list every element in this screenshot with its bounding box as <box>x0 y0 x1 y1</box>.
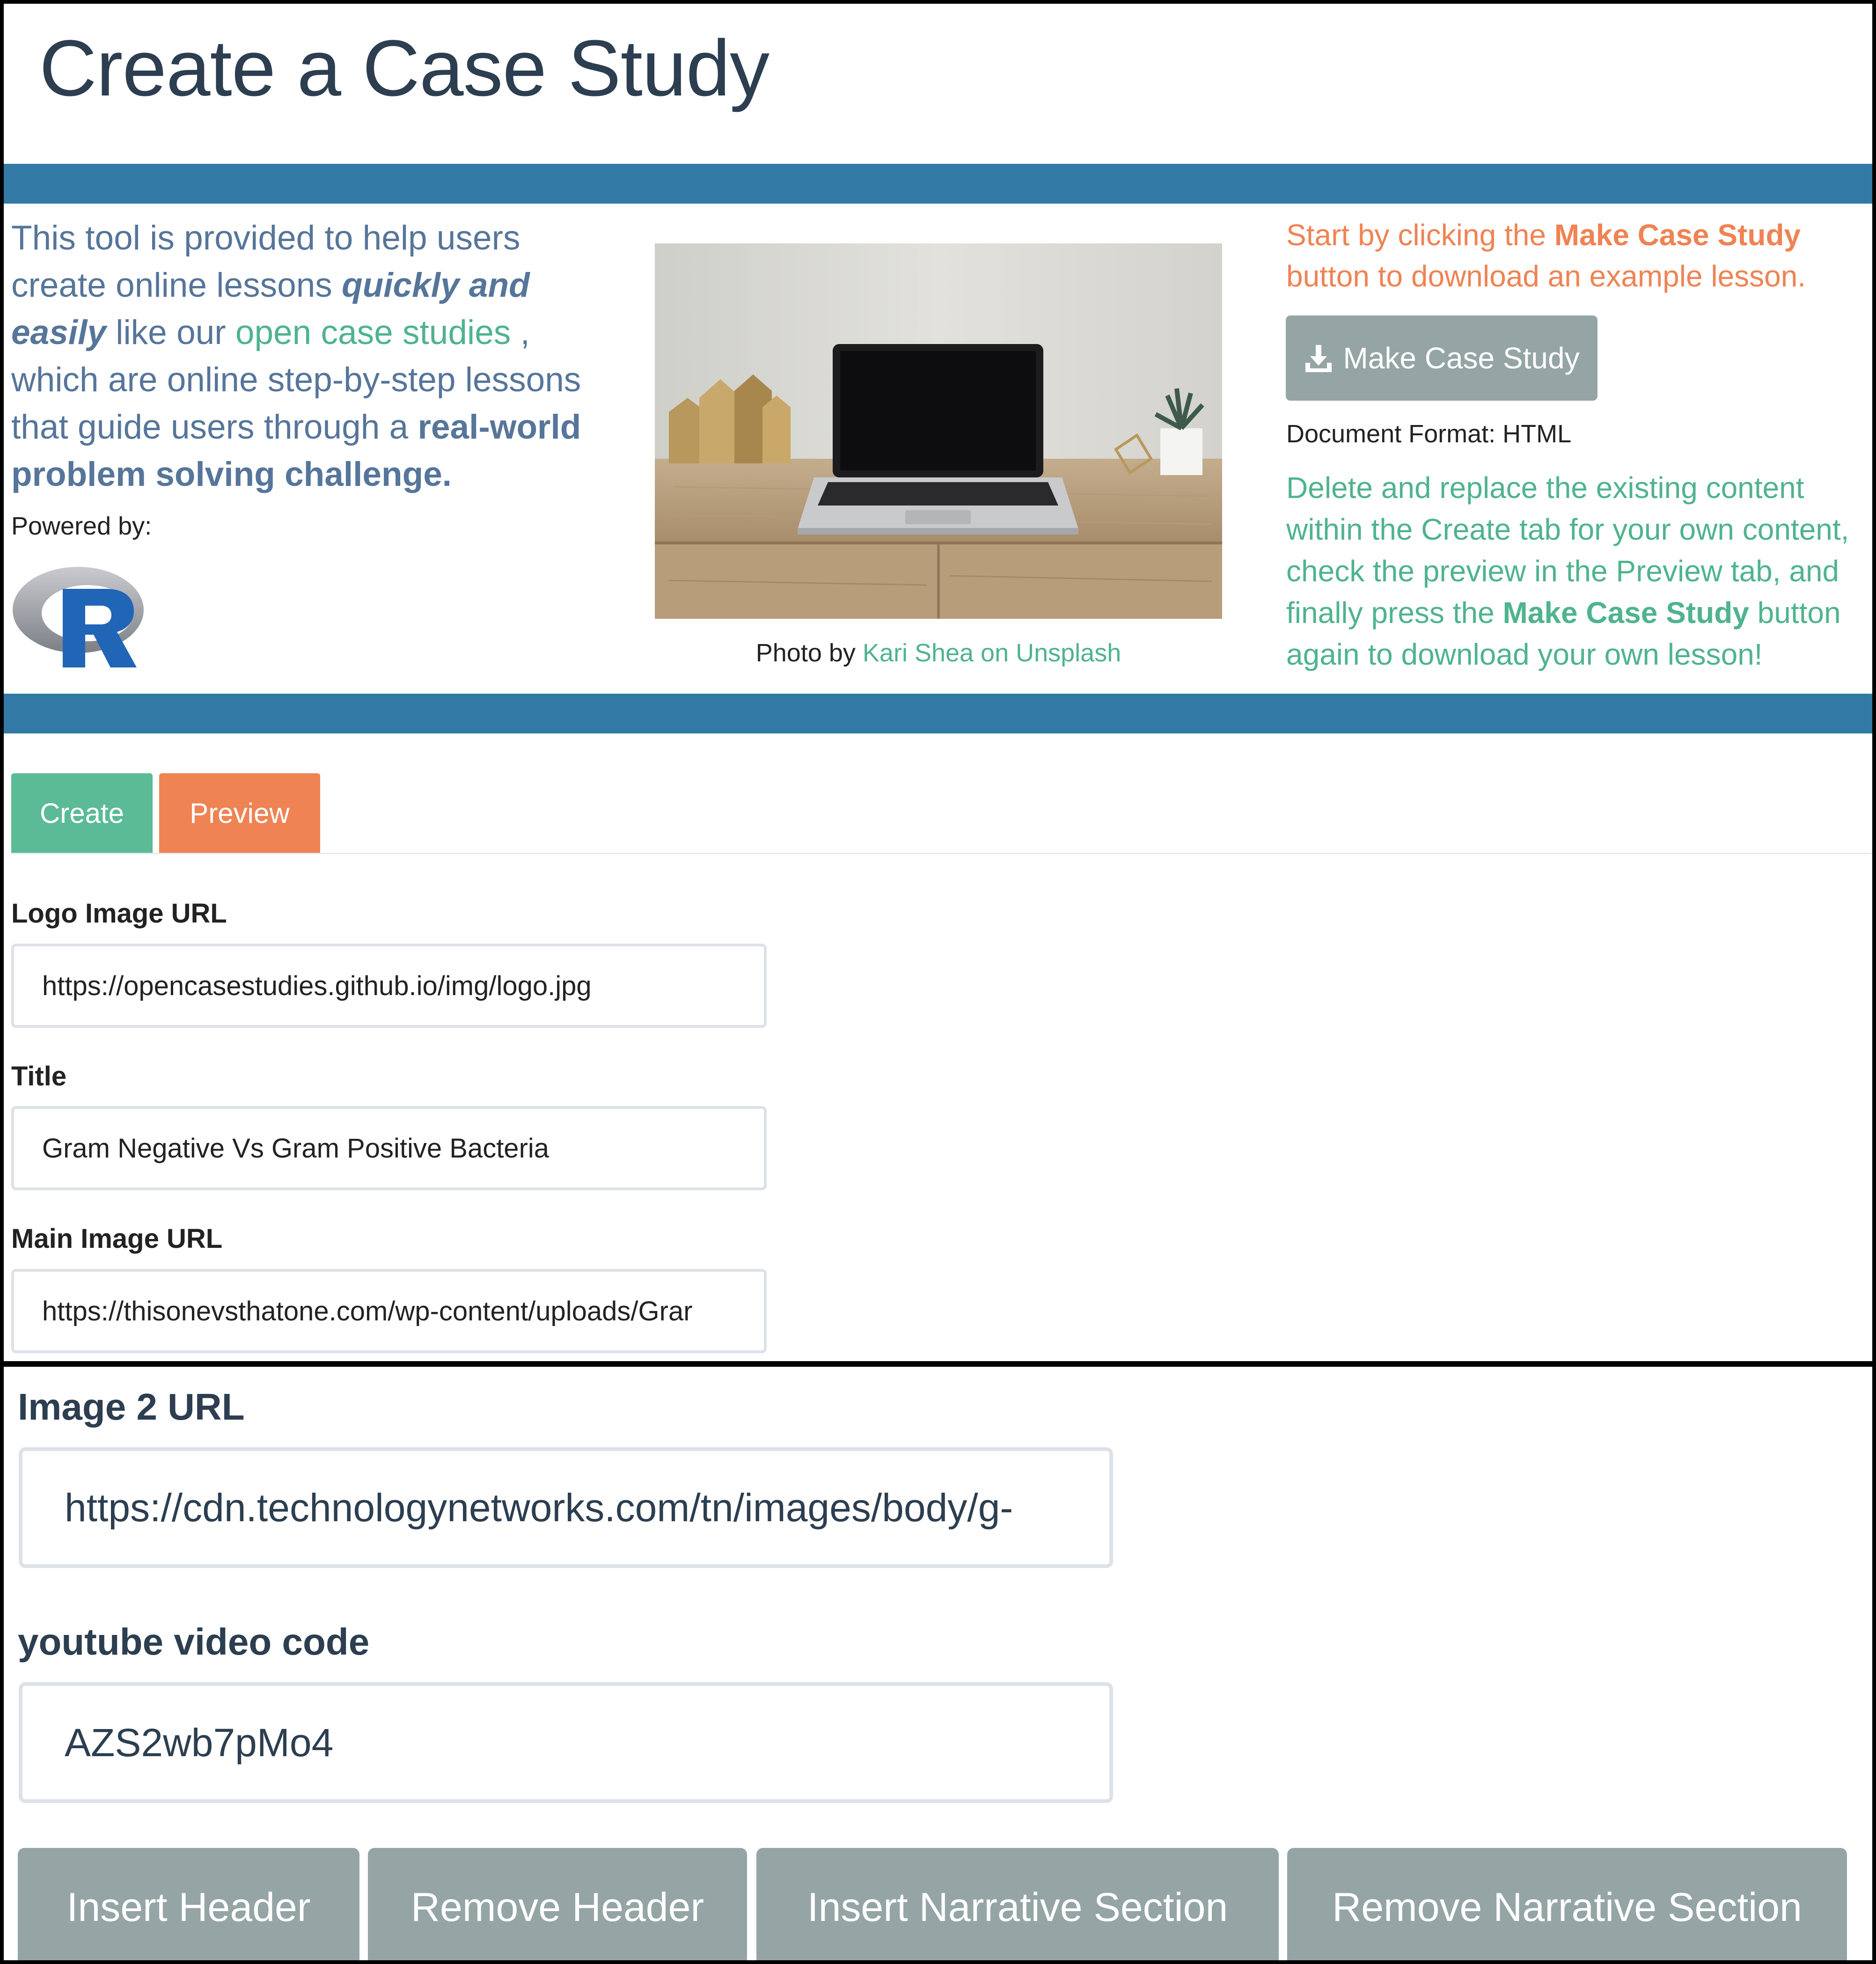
page-title: Create a Case Study <box>39 24 769 113</box>
start-bold: Make Case Study <box>1554 218 1801 252</box>
make-case-study-label: Make Case Study <box>1343 341 1580 375</box>
insert-narrative-section-button[interactable]: Insert Narrative Section <box>756 1848 1279 1960</box>
remove-header-button[interactable]: Remove Header <box>368 1848 747 1960</box>
remove-narrative-section-button[interactable]: Remove Narrative Section <box>1287 1848 1847 1960</box>
replace-bold: Make Case Study <box>1502 596 1749 630</box>
intro-text: This tool is provided to help users crea… <box>11 214 615 498</box>
tab-divider <box>11 853 1872 854</box>
download-icon <box>1305 345 1332 372</box>
divider-band <box>4 694 1872 733</box>
start-prefix: Start by clicking the <box>1286 218 1554 252</box>
action-buttons: Insert Header Remove Header Insert Narra… <box>4 1848 1872 1960</box>
intro-part2: like our <box>106 314 235 352</box>
start-suffix: button to download an example lesson. <box>1286 259 1806 293</box>
image2-url-label: Image 2 URL <box>18 1386 245 1428</box>
youtube-code-label: youtube video code <box>18 1621 370 1663</box>
logo-url-input[interactable]: https://opencasestudies.github.io/img/lo… <box>11 944 767 1028</box>
bottom-panel: Image 2 URL https://cdn.technologynetwor… <box>4 1367 1872 1960</box>
header-band <box>4 164 1872 204</box>
make-case-study-button[interactable]: Make Case Study <box>1286 315 1598 401</box>
instructions-column: Start by clicking the Make Case Study bu… <box>1286 214 1871 297</box>
tab-bar: Create Preview <box>11 773 320 853</box>
main-image-url-label: Main Image URL <box>11 1224 223 1254</box>
title-input[interactable]: Gram Negative Vs Gram Positive Bacteria <box>11 1106 767 1190</box>
laptop-photo <box>655 243 1222 619</box>
powered-by-label: Powered by: <box>11 512 152 540</box>
tab-preview[interactable]: Preview <box>159 773 320 853</box>
photo-credit-link[interactable]: Kari Shea on Unsplash <box>863 639 1121 667</box>
tab-create[interactable]: Create <box>11 773 153 853</box>
main-image-url-input[interactable]: https://thisonevsthatone.com/wp-content/… <box>11 1269 767 1353</box>
insert-header-button[interactable]: Insert Header <box>18 1848 359 1960</box>
photo-caption-prefix: Photo by <box>755 639 863 667</box>
image2-url-input[interactable]: https://cdn.technologynetworks.com/tn/im… <box>19 1447 1113 1568</box>
photo-caption: Photo by Kari Shea on Unsplash <box>655 638 1222 667</box>
top-panel: Create a Case Study This tool is provide… <box>4 4 1872 1361</box>
start-instructions: Start by clicking the Make Case Study bu… <box>1286 214 1871 297</box>
r-logo <box>13 567 144 667</box>
replace-instructions: Delete and replace the existing content … <box>1286 467 1871 675</box>
title-label: Title <box>11 1061 67 1092</box>
youtube-code-input[interactable]: AZS2wb7pMo4 <box>19 1682 1113 1803</box>
laptop-illustration <box>655 243 1222 619</box>
logo-url-label: Logo Image URL <box>11 898 227 929</box>
open-case-studies-link[interactable]: open case studies <box>235 314 511 352</box>
document-format: Document Format: HTML <box>1286 420 1572 448</box>
